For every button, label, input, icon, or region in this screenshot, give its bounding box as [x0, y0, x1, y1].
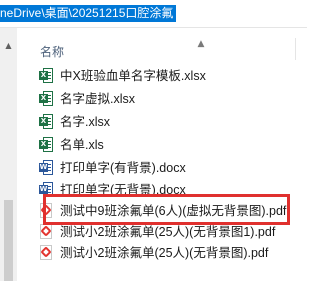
vertical-scrollbar[interactable]: ▲: [0, 28, 17, 281]
file-row[interactable]: X 中X班验血单名字模板.xlsx: [17, 66, 307, 86]
highlight-annotation-box: [43, 194, 290, 225]
file-name: 中X班验血单名字模板.xlsx: [60, 69, 206, 83]
excel-file-icon: X: [39, 137, 53, 152]
scroll-up-arrow-icon[interactable]: ▲: [0, 40, 17, 52]
word-file-icon: W: [39, 160, 53, 175]
pdf-file-icon: [39, 224, 53, 239]
file-name: 测试小2班涂氟单(25人)(无背景图1).pdf: [60, 225, 276, 239]
excel-file-icon: X: [39, 68, 53, 83]
pdf-file-icon: [39, 245, 53, 260]
chevron-up-icon[interactable]: ▲: [193, 39, 209, 49]
file-row[interactable]: 测试小2班涂氟单(25人)(无背景图1).pdf: [17, 222, 307, 242]
excel-file-icon: X: [39, 114, 53, 129]
file-row[interactable]: X 名字虚拟.xlsx: [17, 89, 307, 109]
excel-file-icon: X: [39, 91, 53, 106]
file-row[interactable]: X 名字.xlsx: [17, 112, 307, 132]
file-list: X 中X班验血单名字模板.xlsx X 名字虚拟.xlsx X 名字.xlsx …: [17, 60, 307, 281]
column-divider[interactable]: [295, 38, 296, 60]
address-bar[interactable]: neDrive\桌面\20251215口腔涂氟: [0, 0, 307, 28]
file-name: 名单.xls: [60, 138, 104, 152]
scrollbar-thumb[interactable]: [4, 200, 13, 281]
file-row[interactable]: X 名单.xls: [17, 135, 307, 155]
file-name: 测试小2班涂氟单(25人)(无背景图).pdf: [60, 246, 269, 260]
address-path[interactable]: neDrive\桌面\20251215口腔涂氟: [0, 5, 177, 22]
file-name: 打印单字(有背景).docx: [60, 161, 186, 175]
column-header-name[interactable]: 名称: [40, 44, 64, 60]
file-name: 名字虚拟.xlsx: [60, 92, 136, 106]
file-name: 名字.xlsx: [60, 115, 111, 129]
file-row[interactable]: 测试小2班涂氟单(25人)(无背景图).pdf: [17, 243, 307, 263]
file-row[interactable]: W 打印单字(有背景).docx: [17, 158, 307, 178]
